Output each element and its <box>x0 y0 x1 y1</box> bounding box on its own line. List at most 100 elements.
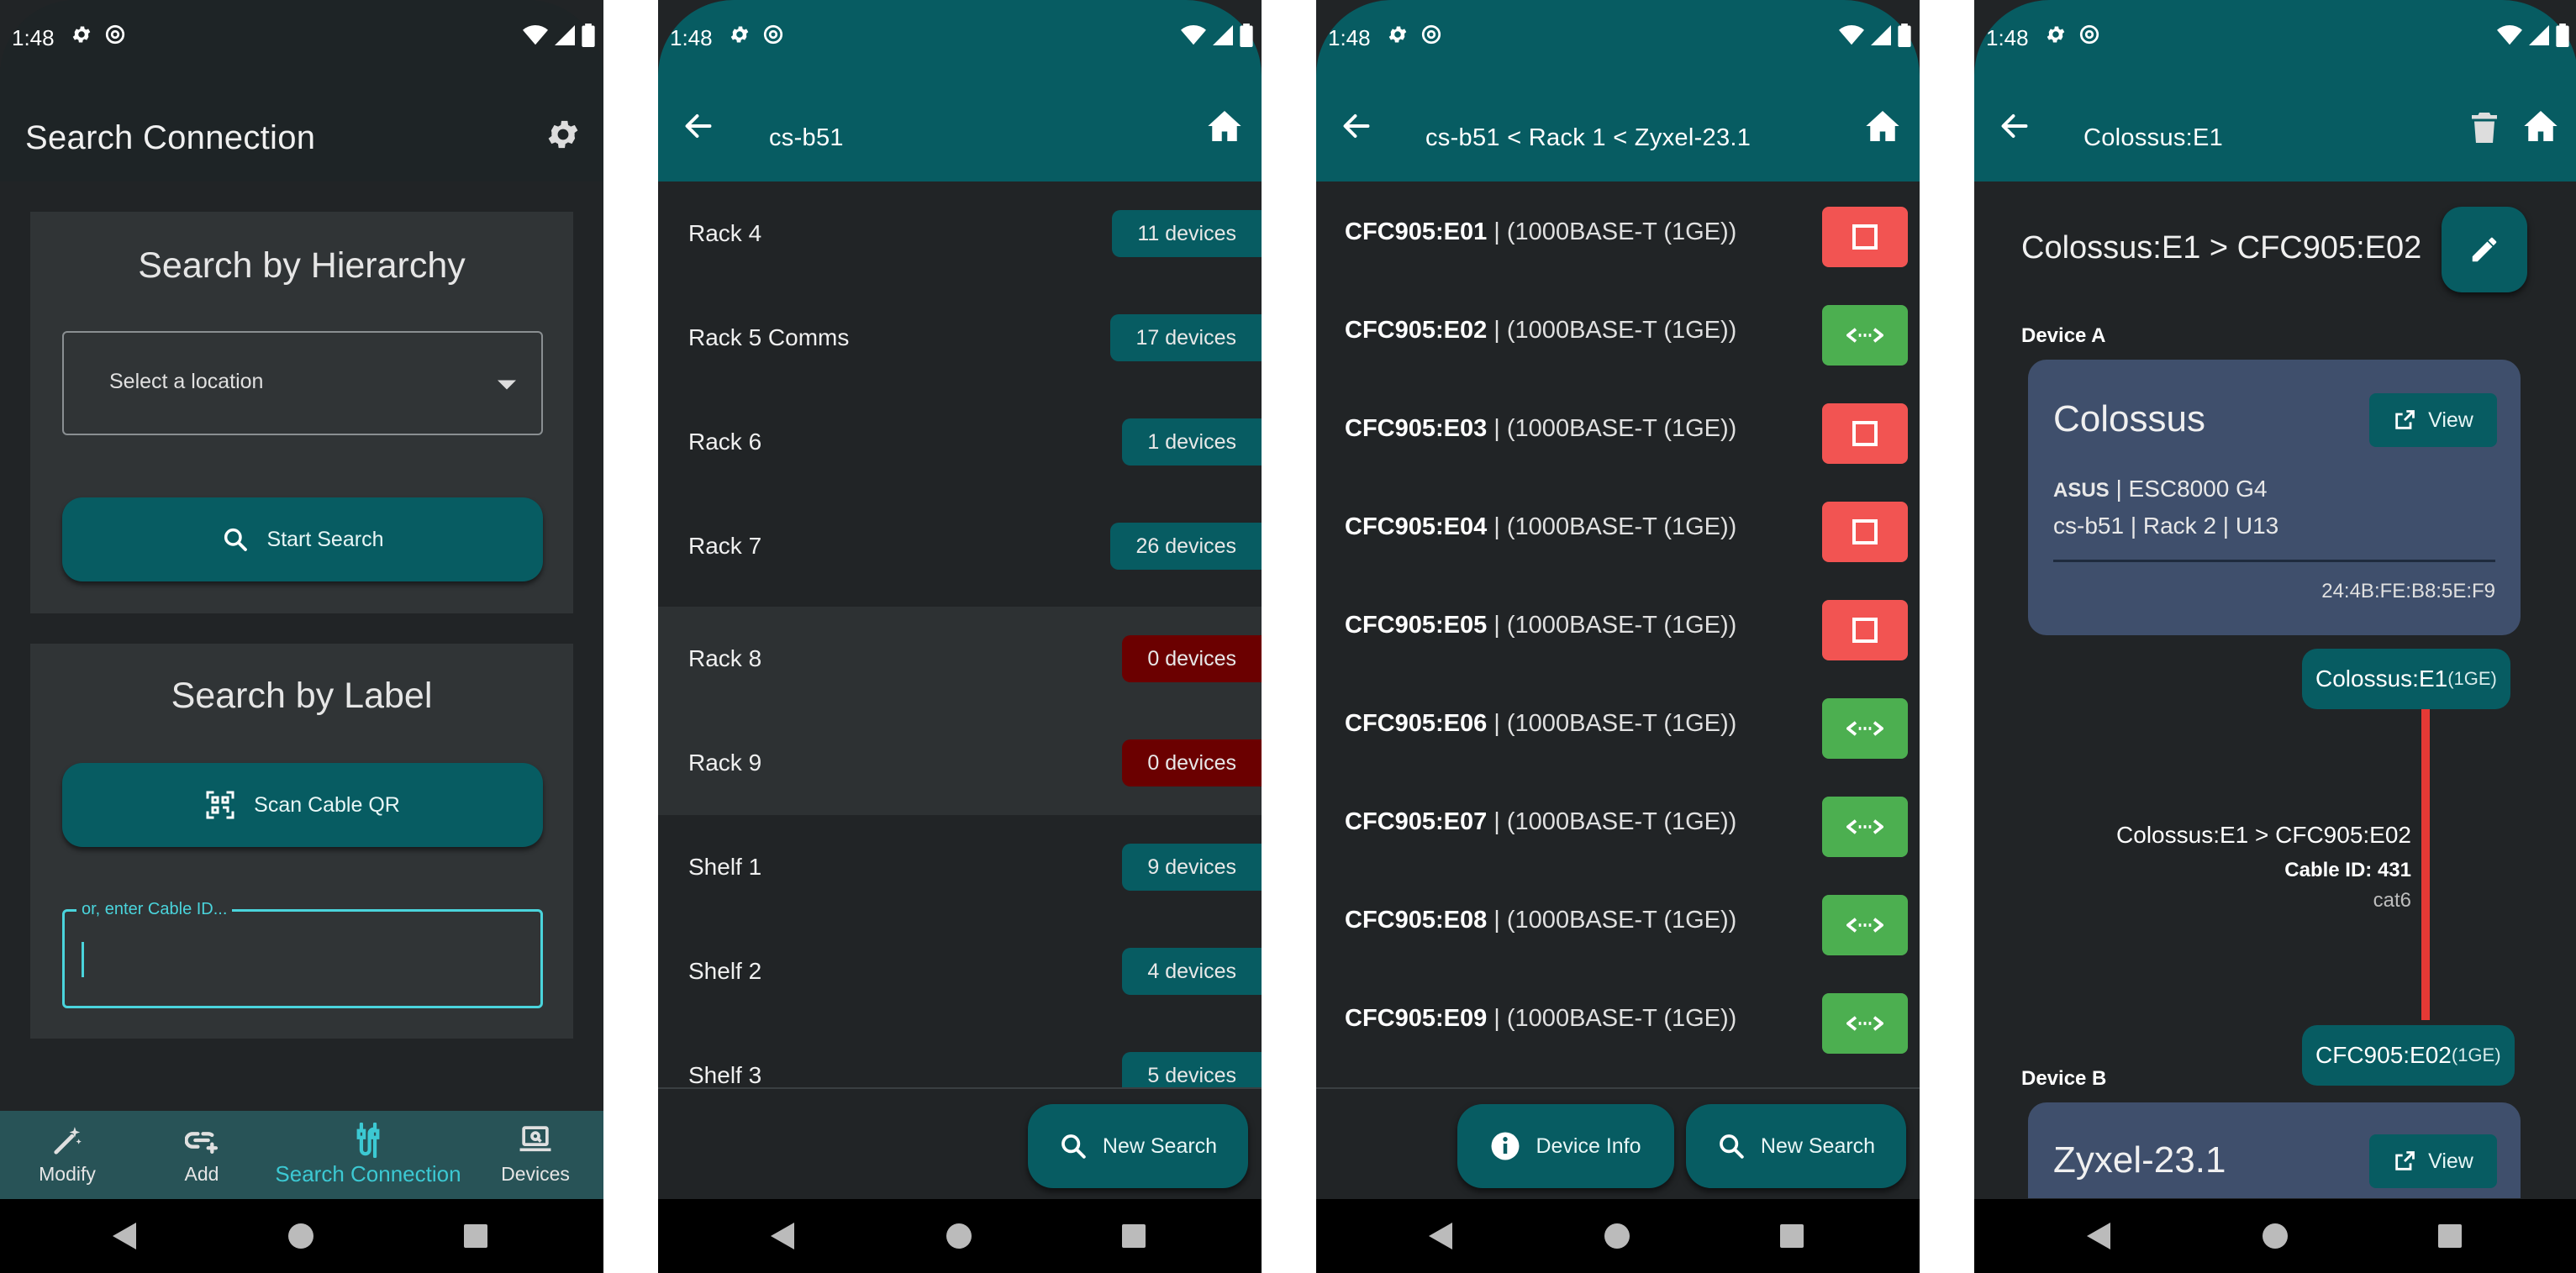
home-nav-icon[interactable] <box>1604 1223 1630 1249</box>
nav-devices-label: Devices <box>501 1163 570 1185</box>
port-row[interactable]: CFC905:E06 | (1000BASE-T (1GE)) <box>1316 673 1920 771</box>
view-button[interactable]: View <box>2369 393 2497 447</box>
port-status-button[interactable] <box>1822 502 1908 562</box>
recents-nav-icon[interactable] <box>1780 1224 1804 1248</box>
list-item[interactable]: Shelf 2 4 devices <box>658 919 1262 1023</box>
sync-status-icon <box>763 24 783 45</box>
device-a-card[interactable]: Colossus View ASUS | ESC8000 G4 cs-b51 |… <box>2028 360 2521 635</box>
start-search-button[interactable]: Start Search <box>62 497 543 581</box>
port-row[interactable]: CFC905:E07 | (1000BASE-T (1GE)) <box>1316 771 1920 870</box>
new-search-button[interactable]: New Search <box>1686 1104 1906 1188</box>
home-nav-icon[interactable] <box>946 1223 972 1249</box>
trash-icon[interactable] <box>2472 113 2497 143</box>
cable-id: Cable ID: 431 <box>2284 859 2411 881</box>
app-bar: Search Connection <box>0 74 603 181</box>
port-row[interactable]: CFC905:E02 | (1000BASE-T (1GE)) <box>1316 280 1920 378</box>
port-status-button[interactable] <box>1822 993 1908 1054</box>
bottom-navigation: Modify Add Search Connection Devices <box>0 1111 603 1199</box>
empty-port-icon <box>1852 224 1878 250</box>
recents-nav-icon[interactable] <box>1122 1224 1146 1248</box>
port-label: CFC905:E08 | (1000BASE-T (1GE)) <box>1345 907 1736 934</box>
device-b-card[interactable]: Zyxel-23.1 View <box>2028 1102 2521 1198</box>
location-select[interactable]: Select a location <box>62 331 543 435</box>
laptop-icon <box>519 1126 551 1152</box>
search-by-label-card: Search by Label Scan Cable QR or, enter … <box>30 644 573 1039</box>
list-item[interactable]: Rack 6 1 devices <box>658 390 1262 494</box>
home-nav-icon[interactable] <box>2262 1223 2289 1249</box>
recents-nav-icon[interactable] <box>2438 1224 2462 1248</box>
port-status-button[interactable] <box>1822 698 1908 759</box>
battery-icon <box>1240 24 1253 47</box>
device-a-port-chip[interactable]: Colossus:E1 (1GE) <box>2302 649 2510 709</box>
back-nav-icon[interactable] <box>1429 1223 1452 1249</box>
port-status-button[interactable] <box>1822 305 1908 366</box>
status-bar: 1:48 <box>0 0 603 74</box>
port-row[interactable]: CFC905:E01 | (1000BASE-T (1GE)) <box>1316 181 1920 280</box>
app-bar: Colossus:E1 <box>1974 74 2576 181</box>
status-time: 1:48 <box>12 25 55 50</box>
port-status-button[interactable] <box>1822 207 1908 267</box>
list-item[interactable]: Rack 4 11 devices <box>658 181 1262 286</box>
port-status-button[interactable] <box>1822 403 1908 464</box>
nav-devices[interactable]: Devices <box>467 1111 603 1199</box>
battery-icon <box>1898 24 1911 47</box>
wifi-icon <box>1181 25 1206 45</box>
list-item[interactable]: Rack 7 26 devices <box>658 494 1262 598</box>
search-icon <box>1720 1134 1744 1159</box>
port-row[interactable]: CFC905:E03 | (1000BASE-T (1GE)) <box>1316 378 1920 476</box>
port-status-button[interactable] <box>1822 600 1908 660</box>
system-nav-bar <box>0 1199 603 1273</box>
port-list: CFC905:E01 | (1000BASE-T (1GE)) CFC905:E… <box>1316 181 1920 1087</box>
device-info-label: Device Info <box>1536 1134 1641 1158</box>
page-title: cs-b51 <box>769 124 844 151</box>
gear-icon[interactable] <box>545 116 582 153</box>
home-icon[interactable] <box>1208 111 1241 141</box>
signal-icon <box>555 25 575 45</box>
new-search-button[interactable]: New Search <box>1028 1104 1248 1188</box>
list-item[interactable]: Rack 5 Comms 17 devices <box>658 286 1262 390</box>
port-type: | (1000BASE-T (1GE)) <box>1487 907 1737 934</box>
system-nav-bar <box>1316 1199 1920 1273</box>
back-arrow-icon[interactable] <box>1999 111 2030 141</box>
edit-button[interactable] <box>2442 207 2527 292</box>
recents-nav-icon[interactable] <box>464 1224 487 1248</box>
scan-cable-qr-button[interactable]: Scan Cable QR <box>62 763 543 847</box>
battery-icon <box>2556 24 2569 47</box>
connected-port-icon <box>1846 819 1883 834</box>
back-nav-icon[interactable] <box>113 1223 136 1249</box>
device-info-button[interactable]: Device Info <box>1457 1104 1674 1188</box>
nav-search-connection[interactable]: Search Connection <box>269 1111 467 1199</box>
nav-modify[interactable]: Modify <box>0 1111 134 1199</box>
home-icon[interactable] <box>1866 111 1899 141</box>
cable-type: cat6 <box>2373 889 2411 912</box>
back-arrow-icon[interactable] <box>683 111 714 141</box>
list-item[interactable]: Shelf 1 9 devices <box>658 815 1262 919</box>
view-button[interactable]: View <box>2369 1134 2497 1188</box>
device-a-mac: 24:4B:FE:B8:5E:F9 <box>2321 580 2495 602</box>
port-row[interactable]: CFC905:E04 | (1000BASE-T (1GE)) <box>1316 476 1920 575</box>
device-a-label: Device A <box>2021 324 2106 347</box>
nav-add[interactable]: Add <box>134 1111 269 1199</box>
port-name: CFC905:E03 <box>1345 415 1488 442</box>
port-name: CFC905:E07 <box>1345 808 1488 835</box>
port-row[interactable]: CFC905:E08 | (1000BASE-T (1GE)) <box>1316 870 1920 968</box>
port-row[interactable]: CFC905:E09 | (1000BASE-T (1GE)) <box>1316 968 1920 1066</box>
status-bar: 1:48 <box>658 0 1262 74</box>
port-label: CFC905:E02 | (1000BASE-T (1GE)) <box>1345 317 1736 345</box>
port-row[interactable]: CFC905:E05 | (1000BASE-T (1GE)) <box>1316 575 1920 673</box>
device-b-port-chip[interactable]: CFC905:E02 (1GE) <box>2302 1025 2515 1086</box>
home-icon[interactable] <box>2524 111 2558 141</box>
home-nav-icon[interactable] <box>287 1223 314 1249</box>
list-item-label: Rack 9 <box>688 750 762 776</box>
cable-id-field[interactable]: or, enter Cable ID... <box>62 900 543 1008</box>
list-item[interactable]: Shelf 3 5 devices <box>658 1023 1262 1087</box>
cable-icon <box>356 1123 380 1158</box>
back-arrow-icon[interactable] <box>1341 111 1372 141</box>
list-item[interactable]: Rack 8 0 devices <box>658 607 1262 711</box>
list-item[interactable]: Rack 9 0 devices <box>658 711 1262 815</box>
port-status-button[interactable] <box>1822 797 1908 857</box>
port-status-button[interactable] <box>1822 895 1908 955</box>
back-nav-icon[interactable] <box>771 1223 794 1249</box>
back-nav-icon[interactable] <box>2087 1223 2110 1249</box>
sync-status-icon <box>105 24 125 45</box>
